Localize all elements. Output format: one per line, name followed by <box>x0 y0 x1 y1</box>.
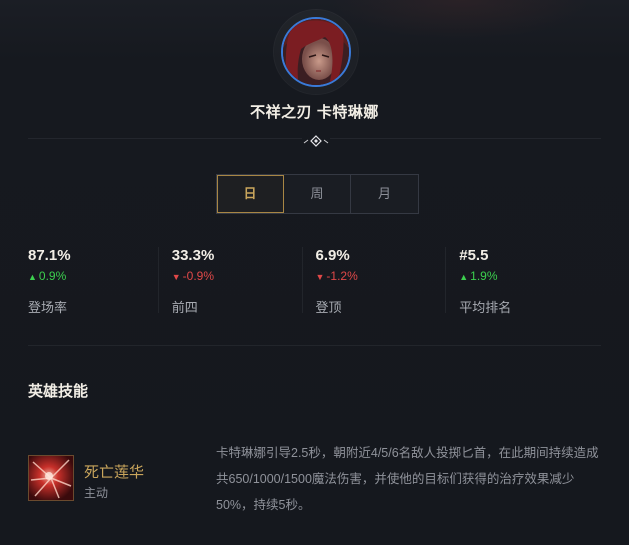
champion-name: 不祥之刃 卡特琳娜 <box>250 104 379 121</box>
stat-change: ▲ 1.9% <box>459 269 603 285</box>
stat-pick-rate: 87.1% ▲ 0.9% 登场率 <box>28 247 172 317</box>
stat-separator <box>301 247 303 313</box>
stat-separator <box>445 247 447 313</box>
skill-description: 卡特琳娜引导2.5秒，朝附近4/5/6名敌人投掷匕首，在此期间持续造成共650/… <box>216 446 599 512</box>
stat-value: 6.9% <box>315 247 350 264</box>
stat-change-value: 1.9% <box>470 269 498 283</box>
tab-day[interactable]: 日 <box>217 175 284 213</box>
stat-change-value: 0.9% <box>38 269 67 283</box>
tab-week[interactable]: 周 <box>284 175 351 213</box>
skill-type: 主动 <box>84 486 109 500</box>
stat-change: ▼ -1.2% <box>316 269 460 285</box>
section-divider <box>28 345 601 346</box>
stat-label: 平均排名 <box>459 300 512 315</box>
stats-row: 87.1% ▲ 0.9% 登场率 33.3% ▼ -0.9% 前四 6.9% ▼ -1… <box>28 247 603 317</box>
arrow-up-icon: ▲ <box>28 272 37 282</box>
tab-month[interactable]: 月 <box>351 175 418 213</box>
background-art <box>330 0 590 40</box>
stat-change-value: -1.2% <box>326 269 358 283</box>
champion-detail-page: 不祥之刃 卡特琳娜 日 周 月 87.1% ▲ 0.9% 登场率 33.3% ▼ -… <box>0 0 629 545</box>
stat-value: 87.1% <box>28 247 71 264</box>
stat-average-rank: #5.5 ▲ 1.9% 平均排名 <box>445 247 603 317</box>
stat-change: ▼ -0.9% <box>172 269 316 285</box>
stat-top-four: 33.3% ▼ -0.9% 前四 <box>157 247 316 317</box>
stat-label: 前四 <box>171 300 198 315</box>
diamond-ornament-icon <box>302 134 330 148</box>
stat-value: #5.5 <box>459 247 489 264</box>
stat-value: 33.3% <box>171 247 215 264</box>
arrow-down-icon: ▼ <box>171 272 181 282</box>
death-lotus-skill-icon[interactable] <box>28 455 74 501</box>
stat-change: ▲ 0.9% <box>28 269 172 285</box>
avatar-frame <box>274 10 358 94</box>
arrow-down-icon: ▼ <box>315 272 325 282</box>
period-tabs: 日 周 月 <box>216 174 419 214</box>
stat-label: 登场率 <box>28 300 68 315</box>
champion-avatar <box>281 17 351 87</box>
stat-label: 登顶 <box>315 300 342 315</box>
stat-change-value: -0.9% <box>182 269 215 283</box>
skills-section-title: 英雄技能 <box>28 383 89 400</box>
stat-first-place: 6.9% ▼ -1.2% 登顶 <box>301 247 460 317</box>
stat-separator <box>157 247 159 313</box>
skill-name: 死亡莲华 <box>84 464 145 481</box>
arrow-up-icon: ▲ <box>459 272 469 282</box>
